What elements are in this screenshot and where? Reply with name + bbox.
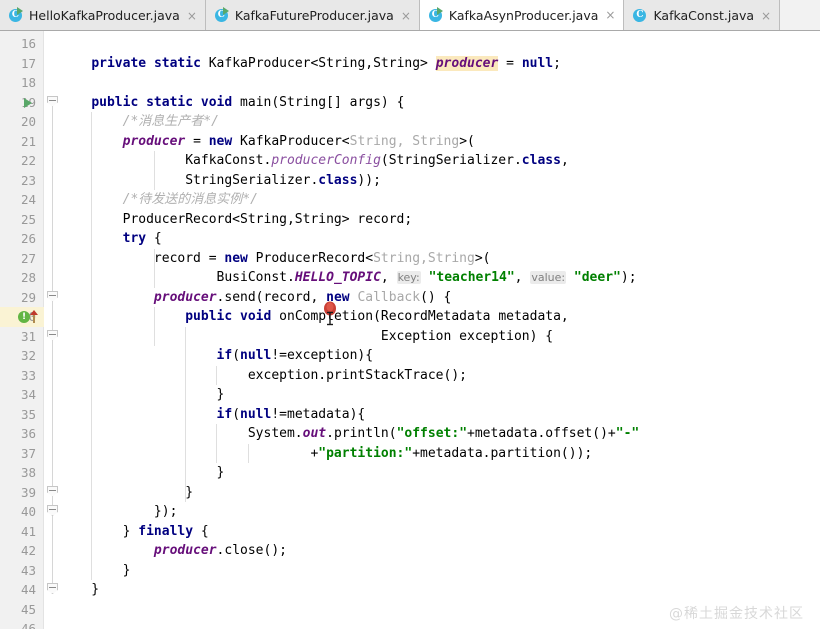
code-line[interactable]: producer.send(record, new Callback() { <box>60 288 451 308</box>
indent-guide <box>185 326 186 502</box>
code-line[interactable]: public void onCompletion(RecordMetadata … <box>60 307 569 327</box>
inspection-ok-icon[interactable] <box>18 311 30 323</box>
line-number: 27 <box>20 250 36 266</box>
fold-collapse-icon[interactable] <box>47 583 58 595</box>
line-number: 35 <box>20 406 36 422</box>
java-class-icon: C <box>633 8 648 23</box>
indent-guide <box>154 307 155 346</box>
line-number: 38 <box>20 465 36 480</box>
fold-collapse-icon[interactable] <box>47 485 58 498</box>
code-line[interactable]: if(null!=exception){ <box>60 346 374 366</box>
line-number: 42 <box>20 543 36 558</box>
fold-region-line <box>52 334 53 491</box>
code-line[interactable]: record = new ProducerRecord<String,Strin… <box>60 249 491 269</box>
editor-gutter[interactable]: 1617181920212223242526272829303132333435… <box>0 31 44 629</box>
fold-collapse-icon[interactable] <box>47 329 58 342</box>
line-number: 16 <box>20 36 36 51</box>
code-line[interactable]: producer = new KafkaProducer<String, Str… <box>60 132 475 152</box>
code-line[interactable]: /*消息生产者*/ <box>60 112 219 132</box>
fold-collapse-icon[interactable] <box>47 505 58 517</box>
java-class-runnable-icon: C <box>9 7 24 23</box>
code-line[interactable]: } finally { <box>60 522 209 542</box>
line-number: 23 <box>20 172 36 188</box>
line-number: 33 <box>20 367 36 383</box>
fold-collapse-icon[interactable] <box>47 290 58 303</box>
line-number: 25 <box>20 211 36 227</box>
indent-guide <box>248 443 249 463</box>
code-line[interactable]: try { <box>60 229 162 249</box>
line-number: 34 <box>20 387 36 402</box>
line-number: 24 <box>20 192 36 207</box>
code-line[interactable]: } <box>60 483 193 503</box>
code-editor[interactable]: 1617181920212223242526272829303132333435… <box>0 31 820 629</box>
indent-guide <box>216 424 217 463</box>
close-icon[interactable]: × <box>187 10 197 22</box>
editor-code-area[interactable]: private static KafkaProducer<String,Stri… <box>60 31 820 629</box>
indent-guide <box>154 248 155 288</box>
editor-tab-label: KafkaFutureProducer.java <box>234 8 394 23</box>
line-number: 37 <box>20 445 36 461</box>
code-line[interactable]: /*待发送的消息实例*/ <box>60 190 258 210</box>
close-icon[interactable]: × <box>761 10 771 22</box>
code-line[interactable]: private static KafkaProducer<String,Stri… <box>60 54 561 74</box>
editor-tab-kafkaconst[interactable]: C KafkaConst.java × <box>624 0 781 30</box>
indent-guide <box>216 365 217 385</box>
line-number: 17 <box>20 55 36 71</box>
editor-tab-bar-spacer <box>780 0 820 30</box>
code-line[interactable]: } <box>60 580 99 600</box>
line-number: 36 <box>20 426 36 441</box>
line-number: 26 <box>20 231 36 246</box>
line-number: 18 <box>20 75 36 90</box>
code-line[interactable]: } <box>60 385 225 405</box>
code-line[interactable]: ProducerRecord<String,String> record; <box>60 210 413 230</box>
code-line[interactable]: +"partition:"+metadata.partition()); <box>60 444 592 464</box>
line-number: 20 <box>20 114 36 129</box>
code-line[interactable]: Exception exception) { <box>60 327 553 347</box>
code-line[interactable]: } <box>60 463 225 483</box>
editor-tab-label: KafkaAsynProducer.java <box>448 7 599 23</box>
line-number: 22 <box>20 153 36 168</box>
line-number: 46 <box>20 621 36 629</box>
code-line[interactable]: KafkaConst.producerConfig(StringSerializ… <box>60 151 569 171</box>
editor-tab-label: KafkaConst.java <box>653 8 755 23</box>
java-class-runnable-icon: C <box>428 6 444 23</box>
site-watermark: @稀土掘金技术社区 <box>669 606 804 622</box>
line-number: 31 <box>20 328 36 344</box>
code-line[interactable]: if(null!=metadata){ <box>60 405 366 425</box>
code-line[interactable]: System.out.println("offset:"+metadata.of… <box>60 424 639 444</box>
java-class-runnable-icon: C <box>214 7 230 23</box>
code-line[interactable]: BusiConst.HELLO_TOPIC, key: "teacher14",… <box>60 268 637 288</box>
editor-fold-strip[interactable] <box>44 31 60 629</box>
close-icon[interactable]: × <box>605 9 615 21</box>
code-line[interactable]: exception.printStackTrace(); <box>60 366 467 386</box>
code-line[interactable]: public static void main(String[] args) { <box>60 93 404 113</box>
line-number: 45 <box>20 601 36 617</box>
line-number: 32 <box>20 348 36 363</box>
fold-collapse-icon[interactable] <box>47 95 58 108</box>
code-line[interactable]: }); <box>60 502 178 522</box>
indent-guide <box>91 112 92 580</box>
overriding-method-icon[interactable] <box>30 310 39 323</box>
close-icon[interactable]: × <box>401 10 411 22</box>
line-number: 40 <box>20 504 36 519</box>
editor-tab-kafkafutureproducer[interactable]: C KafkaFutureProducer.java × <box>205 0 420 30</box>
line-number: 43 <box>20 562 36 578</box>
editor-tab-bar: C HelloKafkaProducer.java × C KafkaFutur… <box>0 0 820 31</box>
line-number: 44 <box>20 582 36 597</box>
editor-tab-hellokafkaproducer[interactable]: C HelloKafkaProducer.java × <box>0 0 206 30</box>
line-number: 41 <box>20 523 36 539</box>
line-number: 39 <box>20 484 36 500</box>
code-line[interactable]: producer.close(); <box>60 541 287 561</box>
code-line[interactable]: } <box>60 561 131 581</box>
run-method-icon[interactable] <box>24 97 32 108</box>
code-line[interactable]: StringSerializer.class)); <box>60 171 381 191</box>
indent-guide <box>154 151 155 190</box>
editor-tab-label: HelloKafkaProducer.java <box>29 8 180 23</box>
line-number: 29 <box>20 289 36 305</box>
line-number: 21 <box>20 133 36 149</box>
editor-tab-kafkaasynproducer[interactable]: C KafkaAsynProducer.java × <box>419 0 625 30</box>
line-number: 28 <box>20 270 36 285</box>
